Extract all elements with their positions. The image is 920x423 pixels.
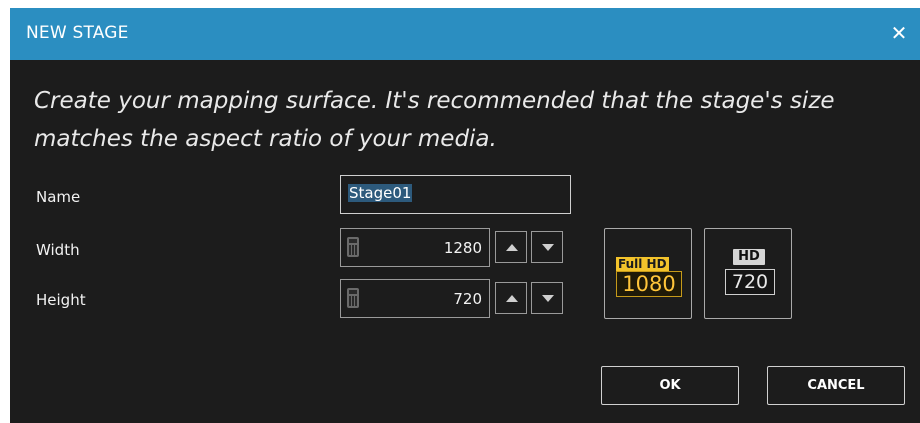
height-input[interactable]: 720 bbox=[340, 279, 490, 318]
hd-number: 720 bbox=[725, 269, 775, 295]
name-label: Name bbox=[36, 188, 81, 206]
close-icon[interactable]: ✕ bbox=[884, 18, 914, 48]
calculator-icon[interactable] bbox=[347, 288, 359, 308]
width-value: 1280 bbox=[443, 239, 482, 257]
name-value: Stage01 bbox=[348, 184, 413, 202]
intro-text: Create your mapping surface. It's recomm… bbox=[34, 88, 835, 152]
height-decrement-button[interactable] bbox=[531, 282, 563, 314]
name-input[interactable]: Stage01 bbox=[340, 175, 571, 214]
preset-full-hd-1080-button[interactable]: Full HD 1080 bbox=[604, 228, 692, 319]
height-label: Height bbox=[36, 291, 86, 309]
width-increment-button[interactable] bbox=[495, 231, 527, 263]
dialog-title: NEW STAGE bbox=[26, 23, 129, 43]
hd-badge: HD bbox=[733, 249, 765, 265]
ok-button[interactable]: OK bbox=[601, 366, 739, 405]
calculator-icon[interactable] bbox=[347, 237, 359, 257]
preset-hd-720-button[interactable]: HD 720 bbox=[704, 228, 792, 319]
full-hd-badge: Full HD bbox=[616, 257, 669, 271]
width-input[interactable]: 1280 bbox=[340, 228, 490, 267]
height-value: 720 bbox=[453, 290, 482, 308]
cancel-button[interactable]: CANCEL bbox=[767, 366, 905, 405]
width-label: Width bbox=[36, 241, 80, 259]
full-hd-number: 1080 bbox=[616, 271, 682, 297]
title-bar: NEW STAGE ✕ bbox=[10, 8, 920, 60]
new-stage-dialog: NEW STAGE ✕ Create your mapping surface.… bbox=[10, 8, 920, 423]
full-hd-text: Full HD bbox=[616, 257, 669, 271]
height-increment-button[interactable] bbox=[495, 282, 527, 314]
width-decrement-button[interactable] bbox=[531, 231, 563, 263]
